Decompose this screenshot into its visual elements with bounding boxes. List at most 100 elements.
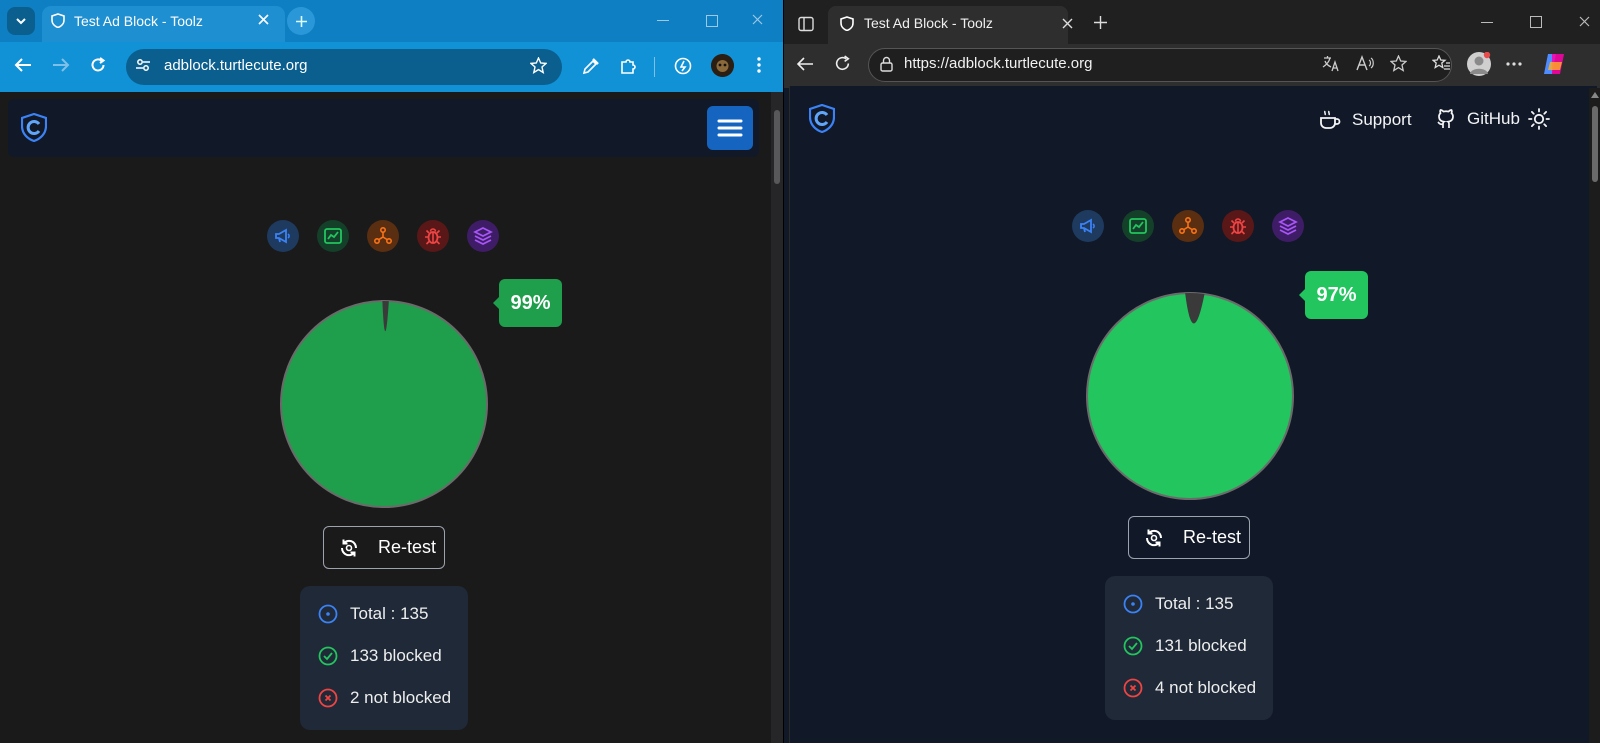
translate-button[interactable] (1322, 55, 1340, 72)
reload-button[interactable] (90, 57, 106, 73)
caret-up-icon (1591, 92, 1599, 98)
stat-blocked: 133 blocked (318, 646, 442, 666)
favorites-button[interactable] (1432, 55, 1451, 72)
test-categories (1072, 210, 1308, 242)
more-horizontal-icon (1506, 62, 1522, 66)
maximize-button[interactable] (1530, 16, 1542, 28)
analytics-chart-category-button[interactable] (317, 220, 349, 252)
lock-icon (880, 56, 893, 72)
analytics-chart-icon (1129, 218, 1147, 234)
retest-button[interactable]: Re-test (323, 526, 445, 569)
new-tab-button[interactable] (287, 7, 315, 35)
shield-logo-icon (21, 113, 47, 142)
support-link[interactable]: Support (1318, 108, 1412, 132)
megaphone-category-button[interactable] (1072, 210, 1104, 242)
tab-close-button[interactable] (1062, 18, 1073, 29)
address-url[interactable]: adblock.turtlecute.org (164, 57, 307, 74)
hamburger-menu-button[interactable] (707, 106, 753, 150)
shield-icon (840, 16, 854, 31)
translate-icon (1322, 56, 1339, 72)
megaphone-icon (275, 228, 290, 244)
chrome-scrollbar-thumb[interactable] (774, 110, 780, 184)
tracker-network-category-button[interactable] (367, 220, 399, 252)
site-logo[interactable] (21, 113, 47, 142)
github-link[interactable]: GitHub (1435, 108, 1520, 130)
edge-scrollbar[interactable] (1589, 88, 1600, 743)
stat-total: Total : 135 (1123, 594, 1233, 614)
settings-more-button[interactable] (1506, 62, 1522, 66)
maximize-button[interactable] (706, 15, 718, 27)
eyedropper-icon (582, 58, 599, 75)
stat-total-label: Total : 135 (1155, 594, 1234, 613)
megaphone-category-button[interactable] (267, 220, 299, 252)
minimize-button[interactable] (1481, 22, 1493, 23)
sun-icon (1528, 108, 1550, 130)
retest-label: Re-test (1183, 527, 1242, 547)
stat-total: Total : 135 (318, 604, 428, 624)
copilot-button[interactable] (1542, 52, 1566, 76)
performance-button[interactable] (674, 57, 692, 75)
check-circle-icon (318, 646, 338, 666)
chrome-scrollbar[interactable] (771, 92, 783, 743)
stat-not-blocked: 4 not blocked (1123, 678, 1256, 698)
chrome-menu-button[interactable] (757, 57, 761, 73)
megaphone-icon (1080, 218, 1095, 234)
close-icon (258, 14, 269, 25)
address-url[interactable]: https://adblock.turtlecute.org (904, 55, 1092, 72)
chevron-down-icon (16, 18, 26, 25)
layers-category-button[interactable] (467, 220, 499, 252)
read-aloud-button[interactable] (1356, 55, 1374, 72)
edge-scrollbar-thumb[interactable] (1592, 106, 1598, 182)
tab-search-button[interactable] (7, 7, 35, 35)
tab-close-button[interactable] (258, 14, 269, 25)
reload-icon (835, 55, 850, 71)
bookmark-button[interactable] (530, 57, 547, 74)
extensions-button[interactable] (620, 57, 638, 75)
site-info-button[interactable] (880, 56, 893, 72)
stats-card: Total : 135 133 blocked 2 not blocked (300, 586, 468, 730)
back-button[interactable] (14, 57, 32, 73)
tracker-network-category-button[interactable] (1172, 210, 1204, 242)
toolbar-divider (654, 57, 655, 77)
x-circle-icon (318, 688, 338, 708)
tab-actions-button[interactable] (798, 16, 814, 32)
new-tab-button[interactable] (1093, 15, 1108, 30)
scroll-up-arrow[interactable] (1591, 92, 1599, 98)
profile-avatar[interactable] (711, 54, 734, 77)
puzzle-icon (621, 59, 636, 74)
layers-icon (1278, 217, 1298, 235)
refresh-icon (340, 539, 358, 556)
layers-category-button[interactable] (1272, 210, 1304, 242)
bug-icon (425, 228, 441, 245)
site-logo[interactable] (809, 104, 835, 133)
reload-button[interactable] (834, 55, 851, 72)
shield-logo-icon (809, 104, 835, 133)
copilot-icon (1544, 54, 1564, 74)
result-pie-chart (279, 299, 489, 509)
result-pie-chart (1085, 291, 1295, 501)
plus-icon (1094, 16, 1107, 29)
close-window-button[interactable] (1579, 16, 1590, 27)
blocked-slice (1086, 292, 1294, 500)
theme-toggle-button[interactable] (1528, 108, 1550, 130)
github-icon (1437, 109, 1454, 128)
layers-icon (473, 227, 493, 245)
site-info-button[interactable] (135, 57, 151, 73)
analytics-chart-category-button[interactable] (1122, 210, 1154, 242)
profile-avatar[interactable] (1467, 52, 1491, 76)
forward-button[interactable] (52, 57, 70, 73)
close-icon (752, 14, 763, 25)
tracker-network-icon (373, 226, 393, 245)
back-button[interactable] (796, 56, 814, 72)
stat-not-blocked: 2 not blocked (318, 688, 451, 708)
pie-svg (1086, 292, 1294, 500)
star-icon (530, 57, 547, 74)
favorite-button[interactable] (1390, 55, 1407, 72)
retest-button[interactable]: Re-test (1128, 516, 1250, 559)
close-window-button[interactable] (752, 14, 763, 25)
bug-category-button[interactable] (417, 220, 449, 252)
minimize-button[interactable] (657, 20, 669, 21)
eyedropper-extension-button[interactable] (582, 57, 600, 75)
bug-category-button[interactable] (1222, 210, 1254, 242)
edge-window: Test Ad Block - Toolz https://adblock.tu… (783, 0, 1600, 743)
